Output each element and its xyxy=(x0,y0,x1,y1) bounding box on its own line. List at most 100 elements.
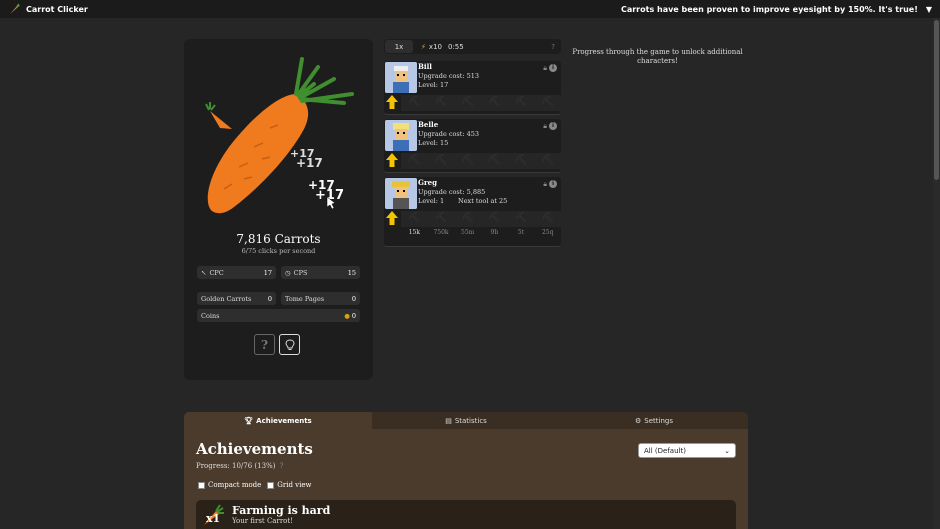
info-icon[interactable]: i xyxy=(549,180,557,188)
achievement-multiplier: x1 xyxy=(206,512,221,525)
tool-slot-icon[interactable]: ⛏ xyxy=(534,95,561,111)
grid-view-checkbox[interactable] xyxy=(267,481,275,489)
clicks-per-second: 6/75 clicks per second xyxy=(241,247,316,255)
tool-price: 5t xyxy=(517,229,525,236)
achievement-filter-select[interactable]: All (Default) ⌄ xyxy=(638,443,736,458)
tool-slot-icon[interactable]: ⛏ xyxy=(481,211,508,227)
cpc-label: CPC xyxy=(209,268,224,277)
character-card-bill: Bill Upgrade cost: 513 Level: 17 🔒︎ i ⛏ ⛏… xyxy=(384,61,561,115)
help-button[interactable]: ? xyxy=(254,334,275,355)
tab-statistics[interactable]: ▤ Statistics xyxy=(372,412,560,429)
characters-column: 1x ⚡ x10 0:55 ? Bill Upgrade cost: 513 L… xyxy=(384,39,561,247)
tool-slot-icon[interactable]: ⛏ xyxy=(454,95,481,111)
achievements-progress: Progress: 10/76 (13%) ? xyxy=(196,462,283,470)
info-icon[interactable]: i xyxy=(549,122,557,130)
character-name: Belle xyxy=(418,120,439,129)
character-toolbar: 1x ⚡ x10 0:55 ? xyxy=(384,39,561,54)
tool-price: 9b xyxy=(490,229,499,236)
boost-timer: 0:55 xyxy=(447,42,464,51)
tool-slot-icon[interactable]: ⛏ xyxy=(481,95,508,111)
cps-label: CPS xyxy=(293,268,308,277)
main-panel: +17 +17 +17 +17 7,816 Carrots 6/75 click… xyxy=(184,39,373,380)
tool-slot-icon[interactable]: ⛏ xyxy=(401,95,428,111)
coins-stat: Coins ● 0 xyxy=(197,309,360,322)
tool-slots: ⛏ ⛏ ⛏ ⛏ ⛏ ⛏ xyxy=(401,211,561,227)
carrot-logo-icon xyxy=(10,3,20,14)
gear-icon: ⚙ xyxy=(635,416,642,425)
tool-slots: ⛏ ⛏ ⛏ ⛏ ⛏ ⛏ xyxy=(401,153,561,169)
tool-slot-icon[interactable]: ⛏ xyxy=(508,153,535,169)
character-name: Bill xyxy=(418,62,432,71)
tome-pages-value: 0 xyxy=(351,294,356,303)
coin-icon: ● xyxy=(344,311,350,320)
chart-icon: ▤ xyxy=(445,416,452,425)
lock-icon[interactable]: 🔒︎ xyxy=(543,122,547,131)
scrollbar[interactable] xyxy=(933,18,940,529)
tool-price: 750k xyxy=(433,229,449,236)
bottom-tabs: 🏆︎ Achievements ▤ Statistics ⚙ Settings xyxy=(184,412,748,429)
lightbulb-icon xyxy=(284,338,295,350)
tip-text: Carrots have been proven to improve eyes… xyxy=(620,4,918,14)
upgrade-arrow-button[interactable] xyxy=(386,153,398,167)
chevron-down-icon: ⌄ xyxy=(724,446,730,455)
tab-settings[interactable]: ⚙ Settings xyxy=(560,412,748,429)
coins-value: ● 0 xyxy=(344,311,356,320)
tool-slot-icon[interactable]: ⛏ xyxy=(508,95,535,111)
tool-slot-icon[interactable]: ⛏ xyxy=(428,153,455,169)
tab-achievements[interactable]: 🏆︎ Achievements xyxy=(184,412,372,429)
info-icon[interactable]: i xyxy=(549,64,557,72)
upgrade-cost: Upgrade cost: 5,885 xyxy=(418,188,486,196)
click-label: +17 xyxy=(296,156,323,170)
tool-slot-icon[interactable]: ⛏ xyxy=(401,153,428,169)
tome-pages-stat: Tome Pages 0 xyxy=(281,292,360,305)
compact-mode-option[interactable]: Compact mode xyxy=(198,481,261,489)
grid-view-label: Grid view xyxy=(277,481,312,489)
progress-help-icon[interactable]: ? xyxy=(280,462,284,470)
golden-carrots-label: Golden Carrots xyxy=(201,294,252,303)
achievement-card[interactable]: x1 Farming is hard Your first Carrot! xyxy=(196,500,736,529)
tool-slot-icon[interactable]: ⛏ xyxy=(534,211,561,227)
chevron-down-icon[interactable]: ▼ xyxy=(926,5,932,14)
cursor-icon: ↖ xyxy=(201,268,207,277)
app-title: Carrot Clicker xyxy=(26,4,88,14)
toolbar-help-icon[interactable]: ? xyxy=(551,43,555,51)
greg-portrait xyxy=(385,178,417,209)
tool-slot-icon[interactable]: ⛏ xyxy=(534,153,561,169)
tool-slot-icon[interactable]: ⛏ xyxy=(401,211,428,227)
boost-indicator: ⚡ x10 xyxy=(421,43,442,51)
small-carrot-icon xyxy=(205,102,232,129)
tab-label: Achievements xyxy=(256,416,312,425)
bill-portrait xyxy=(385,62,417,93)
boost-label: x10 xyxy=(428,42,442,51)
cpc-stat: ↖ CPC 17 xyxy=(197,266,276,279)
character-name: Greg xyxy=(418,178,438,187)
cps-stat: ◷ CPS 15 xyxy=(281,266,360,279)
view-options: Compact mode Grid view xyxy=(198,481,312,489)
tool-slot-icon[interactable]: ⛏ xyxy=(481,153,508,169)
tips-button[interactable] xyxy=(279,334,300,355)
tool-slot-icon[interactable]: ⛏ xyxy=(428,95,455,111)
filter-selected-value: All (Default) xyxy=(644,446,686,455)
buy-multiplier-button[interactable]: 1x xyxy=(385,40,413,53)
golden-carrots-value: 0 xyxy=(267,294,272,303)
upgrade-arrow-button[interactable] xyxy=(386,211,398,225)
achievement-name: Farming is hard xyxy=(232,504,331,517)
trophy-icon: 🏆︎ xyxy=(244,416,254,425)
tool-slot-icon[interactable]: ⛏ xyxy=(508,211,535,227)
lock-icon[interactable]: 🔒︎ xyxy=(543,180,547,189)
tool-slot-icon[interactable]: ⛏ xyxy=(454,211,481,227)
grid-view-option[interactable]: Grid view xyxy=(267,481,312,489)
tome-pages-label: Tome Pages xyxy=(285,294,325,303)
upgrade-arrow-button[interactable] xyxy=(386,95,398,109)
tool-slot-icon[interactable]: ⛏ xyxy=(454,153,481,169)
carrot-area[interactable]: +17 +17 +17 +17 xyxy=(184,39,373,229)
tool-prices: 15k 750k 55m 9b 5t 25q xyxy=(401,229,561,236)
cpc-value: 17 xyxy=(263,268,272,277)
tool-slot-icon[interactable]: ⛏ xyxy=(428,211,455,227)
carrot-count: 7,816 Carrots xyxy=(236,232,321,246)
lock-icon[interactable]: 🔒︎ xyxy=(543,64,547,73)
tab-label: Statistics xyxy=(454,416,487,425)
compact-mode-checkbox[interactable] xyxy=(198,481,205,489)
next-tool-note: Next tool at 25 xyxy=(458,197,508,205)
clock-icon: ◷ xyxy=(285,268,291,277)
